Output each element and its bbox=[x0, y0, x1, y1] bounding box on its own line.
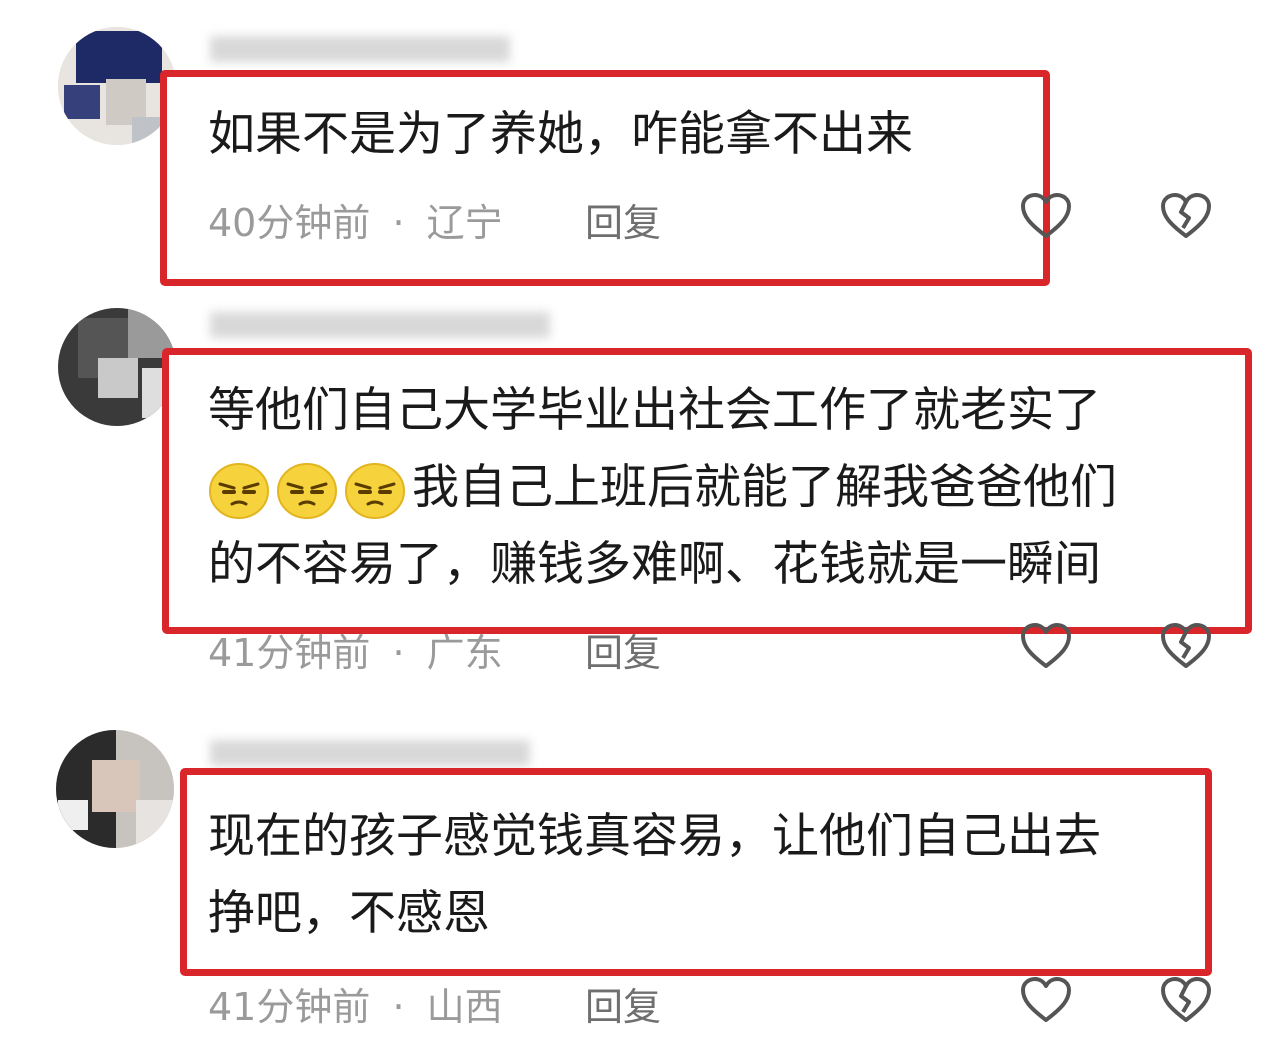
separator: · bbox=[392, 985, 405, 1029]
broken-heart-icon[interactable] bbox=[1160, 976, 1212, 1024]
timestamp: 41分钟前 bbox=[208, 985, 371, 1029]
username-blurred bbox=[210, 36, 510, 62]
username-blurred bbox=[210, 312, 550, 338]
separator: · bbox=[392, 631, 405, 675]
emoji-smug-face-icon bbox=[345, 462, 405, 519]
separator: · bbox=[392, 201, 405, 245]
comment-item: 现在的孩子感觉钱真容易，让他们自己出去 挣吧，不感恩 41分钟前 · 山西 回复 bbox=[0, 700, 1280, 1052]
comment-meta: 41分钟前 · 山西 bbox=[208, 976, 503, 1031]
comment-text: 等他们自己大学毕业出社会工作了就老实了 我自己上班后就能了解我爸爸他们 的不容易… bbox=[208, 383, 1117, 592]
emoji-smug-face-icon bbox=[209, 462, 269, 519]
broken-heart-icon[interactable] bbox=[1160, 192, 1212, 240]
timestamp: 40分钟前 bbox=[208, 201, 371, 245]
location: 广东 bbox=[426, 631, 503, 675]
reply-button[interactable]: 回复 bbox=[585, 192, 661, 247]
broken-heart-icon[interactable] bbox=[1160, 622, 1212, 670]
reply-button[interactable]: 回复 bbox=[585, 976, 661, 1031]
comment-meta: 41分钟前 · 广东 bbox=[208, 622, 503, 677]
location: 辽宁 bbox=[426, 201, 503, 245]
avatar[interactable] bbox=[56, 730, 174, 848]
comment-item: 等他们自己大学毕业出社会工作了就老实了 我自己上班后就能了解我爸爸他们 的不容易… bbox=[0, 290, 1280, 690]
reply-button[interactable]: 回复 bbox=[585, 622, 661, 677]
heart-outline-icon[interactable] bbox=[1020, 622, 1072, 670]
emoji-smug-face-icon bbox=[277, 462, 337, 519]
heart-outline-icon[interactable] bbox=[1020, 192, 1072, 240]
timestamp: 41分钟前 bbox=[208, 631, 371, 675]
comment-text: 现在的孩子感觉钱真容易，让他们自己出去 挣吧，不感恩 bbox=[208, 809, 1101, 941]
comment-text: 如果不是为了养她，咋能拿不出来 bbox=[208, 107, 913, 162]
emoji-group bbox=[208, 449, 412, 526]
comment-item: 如果不是为了养她，咋能拿不出来 40分钟前 · 辽宁 回复 bbox=[0, 0, 1280, 300]
avatar[interactable] bbox=[58, 308, 176, 426]
avatar[interactable] bbox=[58, 27, 176, 145]
comment-meta: 40分钟前 · 辽宁 bbox=[208, 192, 503, 247]
username-blurred bbox=[210, 740, 530, 766]
heart-outline-icon[interactable] bbox=[1020, 976, 1072, 1024]
location: 山西 bbox=[426, 985, 503, 1029]
